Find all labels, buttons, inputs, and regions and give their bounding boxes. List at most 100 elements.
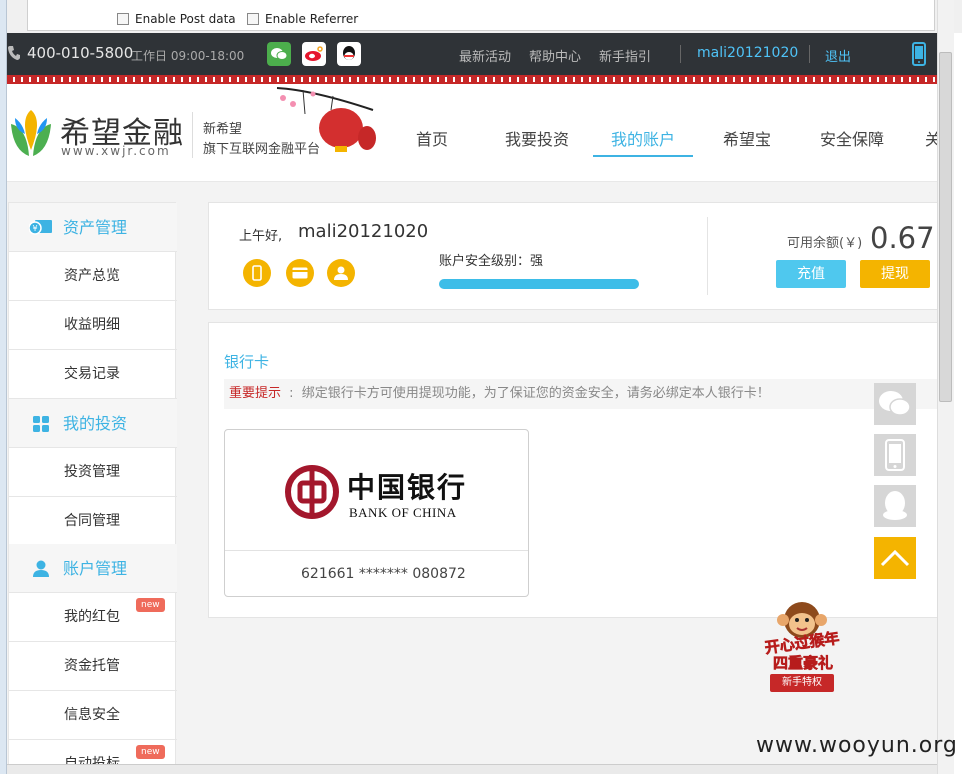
greeting: 上午好,: [239, 229, 283, 244]
float-qq-button[interactable]: [874, 485, 916, 527]
sidebar-item-invest-manage[interactable]: 投资管理: [9, 448, 177, 497]
nav-xiwangbao[interactable]: 希望宝: [723, 126, 771, 150]
new-badge: new: [136, 745, 165, 759]
enable-referrer-label: Enable Referrer: [265, 12, 359, 26]
recharge-button[interactable]: 充值: [776, 260, 846, 288]
sidebar-head-investments-label: 我的投资: [63, 414, 128, 433]
browser-toolbar: Enable Post data Enable Referrer: [7, 0, 962, 33]
sidebar-item-red-packets[interactable]: 我的红包 new: [9, 593, 177, 642]
sidebar-item-label: 投资管理: [64, 464, 120, 480]
username-link[interactable]: mali20121020: [697, 45, 798, 61]
nav-my-account[interactable]: 我的账户: [611, 126, 675, 150]
hotline-number: 400-010-5800: [27, 44, 134, 62]
svg-text:¥: ¥: [33, 224, 38, 233]
window-frame-left: [0, 0, 7, 774]
sidebar-item-label: 信息安全: [64, 707, 120, 723]
nav-invest[interactable]: 我要投资: [505, 126, 569, 150]
card-number: 621661 ******* 080872: [301, 566, 466, 582]
sidebar-head-investments[interactable]: 我的投资: [9, 399, 177, 448]
balance-amount: 0.67: [870, 221, 935, 255]
new-badge: new: [136, 598, 165, 612]
sidebar-head-assets[interactable]: ¥ 资产管理: [9, 203, 177, 252]
weibo-icon[interactable]: [302, 42, 326, 66]
link-beginner-guide[interactable]: 新手指引: [599, 46, 651, 65]
hotline: 400-010-5800: [7, 44, 133, 62]
sidebar-head-assets-label: 资产管理: [63, 218, 128, 237]
lantern-decoration: [276, 87, 376, 152]
summary-divider: [707, 217, 708, 295]
section-title: 银行卡: [224, 353, 270, 371]
wechat-icon[interactable]: [267, 42, 291, 66]
summary-username: mali20121020: [298, 221, 429, 242]
qq-icon: [883, 491, 907, 520]
sidebar-item-label: 资金托管: [64, 658, 120, 674]
logo-divider: [192, 112, 193, 158]
notice-bar: 重要提示 : 绑定银行卡方可使用提现功能，为了保证您的资金安全，请务必绑定本人银…: [224, 379, 949, 409]
sidebar-item-contracts[interactable]: 合同管理: [9, 497, 177, 546]
divider: [809, 45, 810, 63]
vertical-scrollbar-thumb[interactable]: [939, 52, 952, 402]
qq-icon[interactable]: [337, 42, 361, 66]
mobile-icon: [885, 439, 905, 471]
logout-link[interactable]: 退出: [825, 46, 851, 65]
checkbox-box[interactable]: [247, 13, 259, 25]
card-divider: [225, 550, 528, 551]
nav-security[interactable]: 安全保障: [820, 126, 884, 150]
float-mobile-button[interactable]: [874, 434, 916, 476]
sidebar: ¥ 资产管理 资产总览 收益明细 交易记录 我的投资 投资管理 合同管理 账户管…: [8, 202, 177, 774]
festive-border: [7, 75, 937, 84]
sidebar-item-label: 收益明细: [64, 317, 120, 333]
sidebar-head-account-label: 账户管理: [63, 559, 128, 578]
bank-of-china-logo-icon: [285, 465, 339, 519]
chevron-up-icon: [880, 549, 910, 567]
divider: [680, 45, 681, 63]
identity-verify-icon[interactable]: [327, 259, 355, 287]
security-level-bar: [439, 279, 639, 289]
float-wechat-button[interactable]: [874, 383, 916, 425]
grid-icon: [33, 416, 49, 432]
new-year-promo[interactable]: 开心过猴年 四重豪礼 新手特权: [752, 598, 852, 694]
nav-active-underline: [593, 155, 693, 157]
bankcard-verify-icon[interactable]: [286, 259, 314, 287]
logo-tagline-1: 新希望: [203, 122, 243, 137]
notice-separator: :: [289, 386, 294, 401]
bankcard-section: 银行卡 重要提示 : 绑定银行卡方可使用提现功能，为了保证您的资金安全，请务必绑…: [208, 322, 949, 618]
wechat-icon: [879, 391, 911, 416]
bank-name-cn: 中国银行: [347, 471, 468, 504]
enable-post-checkbox[interactable]: Enable Post data: [117, 12, 236, 26]
sidebar-item-fund-custody[interactable]: 资金托管: [9, 642, 177, 691]
link-latest-activity[interactable]: 最新活动: [459, 46, 511, 65]
phone-verify-icon[interactable]: [243, 259, 271, 287]
bank-card[interactable]: 中国银行 BANK OF CHINA 621661 ******* 080872: [224, 429, 529, 597]
account-summary-card: 上午好, mali20121020 账户安全级别：强 可用余额(￥) 0.67 …: [208, 202, 948, 310]
nav-home[interactable]: 首页: [416, 126, 448, 150]
horizontal-scrollbar[interactable]: [7, 764, 937, 774]
logo-icon[interactable]: [7, 106, 55, 160]
sidebar-item-income-detail[interactable]: 收益明细: [9, 301, 177, 350]
wallet-icon: ¥: [29, 220, 52, 235]
sidebar-item-label: 交易记录: [64, 366, 120, 382]
sidebar-item-label: 我的红包: [64, 609, 120, 625]
checkbox-box[interactable]: [117, 13, 129, 25]
sidebar-item-info-security[interactable]: 信息安全: [9, 691, 177, 740]
withdraw-button[interactable]: 提现: [860, 260, 930, 288]
bank-name-en: BANK OF CHINA: [349, 505, 457, 520]
back-to-top-button[interactable]: [874, 537, 916, 579]
balance-label: 可用余额(￥): [787, 236, 863, 251]
link-help-center[interactable]: 帮助中心: [529, 46, 581, 65]
promo-line-2: 四重豪礼: [772, 654, 834, 673]
watermark: www.wooyun.org: [756, 733, 958, 758]
enable-referrer-checkbox[interactable]: Enable Referrer: [247, 12, 358, 26]
work-hours: 工作日 09:00-18:00: [131, 49, 245, 63]
sidebar-item-asset-overview[interactable]: 资产总览: [9, 252, 177, 301]
site-header: 希望金融 www.xwjr.com 新希望 旗下互联网金融平台 首页 我要投资 …: [7, 84, 941, 182]
mobile-icon[interactable]: [912, 42, 926, 66]
promo-line-3: 新手特权: [770, 674, 834, 692]
notice-text: 绑定银行卡方可使用提现功能，为了保证您的资金安全，请务必绑定本人银行卡！: [301, 386, 770, 401]
sidebar-head-account[interactable]: 账户管理: [9, 544, 177, 593]
sidebar-item-transactions[interactable]: 交易记录: [9, 350, 177, 399]
logo-url: www.xwjr.com: [61, 144, 171, 158]
site-topbar: 400-010-5800 工作日 09:00-18:00 最新活动 帮助中心 新…: [7, 33, 937, 75]
phone-icon: [8, 46, 20, 60]
sidebar-item-label: 资产总览: [64, 268, 120, 284]
